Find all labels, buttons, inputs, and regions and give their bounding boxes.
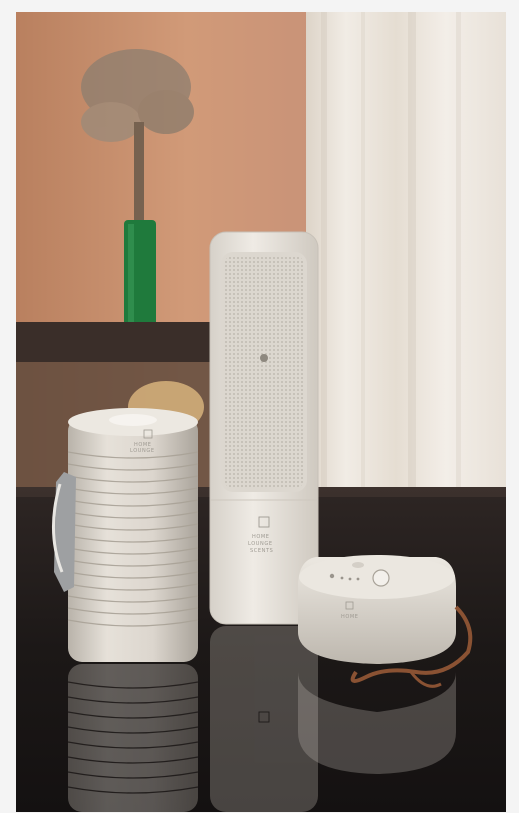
indicator-dot-icon: [356, 577, 360, 581]
indicator-dot-icon: [329, 573, 335, 579]
indicator-dot-icon: [348, 577, 352, 581]
curtain: [306, 12, 506, 512]
cylinder-reflection: [67, 664, 199, 812]
brand-line1: HOME: [341, 614, 359, 620]
brand-line2: LOUNGE: [130, 448, 155, 454]
sensor-hole-icon: [260, 354, 268, 362]
photo-canvas: HOME LOUNGE HOME LOUNGE SCENTS HOME: [16, 12, 506, 812]
brand-line1: HOME: [252, 534, 270, 540]
product-photo: HOME LOUNGE HOME LOUNGE SCENTS HOME: [16, 12, 506, 812]
perforated-grille: [224, 255, 304, 489]
tower-diffuser: HOME LOUNGE SCENTS: [209, 231, 319, 625]
brand-line3: SCENTS: [250, 548, 273, 554]
indicator-dot-icon: [340, 576, 344, 580]
power-button-icon: [372, 569, 390, 587]
brand-line2: LOUNGE: [248, 541, 273, 547]
cylinder-diffuser: HOME LOUNGE: [52, 408, 199, 662]
shelf: [16, 322, 216, 362]
